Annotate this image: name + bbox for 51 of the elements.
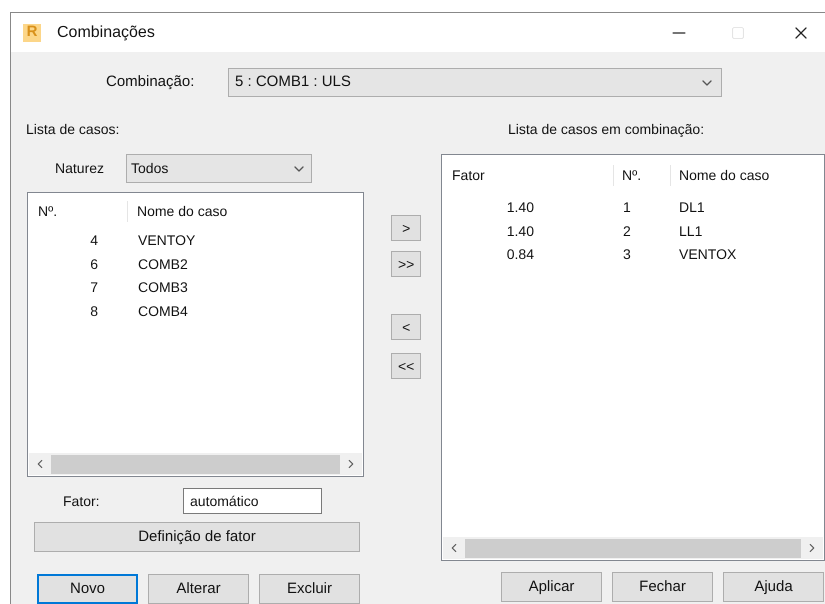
transfer-button[interactable]: < [391, 314, 422, 340]
dialog-button[interactable]: Fechar [612, 572, 713, 602]
case-name: COMB3 [138, 278, 188, 298]
case-name: VENTOX [679, 245, 736, 264]
dialog-button[interactable]: Novo [37, 574, 138, 604]
dialog-button[interactable]: Excluir [259, 574, 360, 604]
case-number: 4 [89, 231, 98, 250]
combination-cases-list[interactable]: Fator Nº. Nome do caso 1.40 1 DL1 1.40 2 LL1 0.84 3 VENTOX [441, 154, 825, 561]
cases-list[interactable]: Nº. Nome do caso 4 VENTOY 6 COMB2 7 COMB3 8 COMB4 [27, 192, 364, 477]
case-name: LL1 [679, 222, 702, 241]
case-number: 1 [623, 198, 632, 218]
case-number: 6 [89, 254, 98, 274]
column-header[interactable]: Nº. [614, 165, 671, 186]
dialog-button[interactable]: Ajuda [723, 572, 824, 602]
transfer-button[interactable]: > [391, 215, 422, 241]
case-number: 3 [623, 245, 632, 264]
column-header[interactable]: Nome do caso [671, 165, 770, 186]
scrollbar-thumb[interactable] [465, 538, 801, 558]
factor-field[interactable]: automático [183, 488, 322, 514]
case-name: COMB2 [138, 254, 188, 274]
nature-label: Naturez [55, 159, 106, 178]
case-number: 2 [623, 222, 632, 241]
nature-dropdown[interactable]: Todos [126, 154, 312, 183]
column-header[interactable]: Nome do caso [128, 200, 228, 222]
case-factor: 0.84 [506, 245, 534, 264]
combination-dropdown[interactable]: 5 : COMB1 : ULS [228, 68, 722, 97]
column-header[interactable]: Nº. [28, 200, 128, 222]
column-header[interactable]: Fator [442, 165, 614, 186]
factor-label: Fator: [63, 492, 101, 510]
dialog-button[interactable]: Aplicar [501, 572, 602, 602]
case-number: 8 [89, 302, 98, 321]
horizontal-scrollbar[interactable] [443, 537, 823, 559]
transfer-button[interactable]: << [391, 353, 422, 379]
app-logo-icon: R [23, 24, 41, 42]
scrollbar-thumb[interactable] [51, 454, 340, 474]
dropdown-value: Todos [131, 159, 168, 178]
window-title: Combinações [57, 22, 155, 42]
combination-label: Combinação: [106, 72, 196, 92]
case-number: 7 [89, 278, 98, 298]
case-name: VENTOY [138, 231, 196, 250]
case-factor: 1.40 [506, 198, 534, 218]
dropdown-value: 5 : COMB1 : ULS [235, 72, 351, 92]
combination-cases-title: Lista de casos em combinação: [508, 120, 706, 139]
transfer-button[interactable]: >> [391, 251, 422, 277]
case-name: COMB4 [138, 302, 188, 321]
factor-definition-button[interactable]: Definição de fator [34, 522, 360, 552]
horizontal-scrollbar[interactable] [29, 453, 362, 475]
case-factor: 1.40 [506, 222, 534, 241]
case-name: DL1 [679, 198, 705, 218]
dialog-button[interactable]: Alterar [148, 574, 249, 604]
cases-list-title: Lista de casos: [26, 120, 120, 139]
